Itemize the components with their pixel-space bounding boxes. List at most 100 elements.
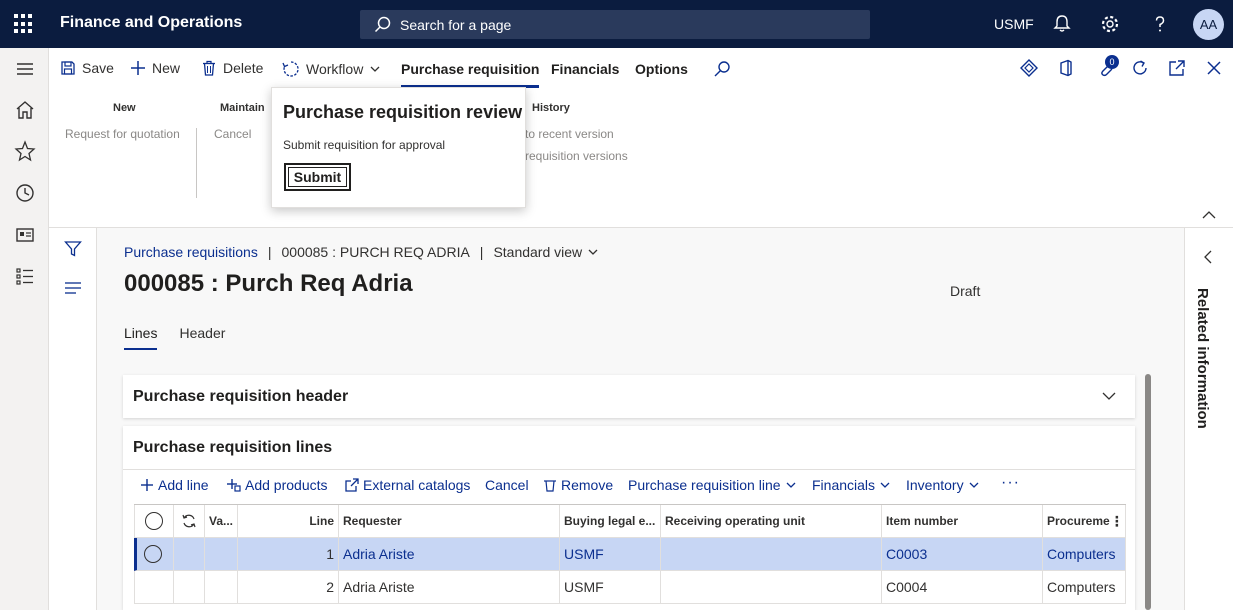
- row-select-radio[interactable]: [134, 571, 174, 603]
- chevron-down-icon: [969, 482, 979, 488]
- waffle-icon[interactable]: [14, 14, 34, 34]
- remove-button[interactable]: Remove: [543, 477, 613, 493]
- header-fasttab-title: Purchase requisition header: [133, 388, 349, 405]
- group-title-new: New: [113, 102, 136, 114]
- app-title[interactable]: Finance and Operations: [60, 14, 242, 32]
- new-label: New: [152, 60, 181, 76]
- column-header-receiving-operating-unit[interactable]: Receiving operating unit: [661, 505, 882, 537]
- breadcrumb-link[interactable]: Purchase requisitions: [124, 244, 258, 260]
- row-select-radio[interactable]: [137, 538, 174, 570]
- breadcrumb-separator: |: [267, 244, 272, 260]
- cell-line[interactable]: 1: [238, 538, 339, 570]
- tab-financials[interactable]: Financials: [551, 61, 619, 77]
- purchase-requisition-line-menu[interactable]: Purchase requisition line: [628, 477, 797, 493]
- cell-line[interactable]: 2: [238, 571, 339, 603]
- find-action-icon[interactable]: [713, 60, 731, 78]
- inventory-menu[interactable]: Inventory: [906, 477, 980, 493]
- delete-label: Delete: [223, 60, 264, 76]
- attachments-button[interactable]: 0: [1097, 55, 1121, 81]
- tab-header[interactable]: Header: [179, 325, 225, 341]
- header-fasttab[interactable]: Purchase requisition header: [123, 375, 1135, 418]
- search-placeholder: Search for a page: [400, 17, 512, 33]
- cell-receiving-operating-unit[interactable]: [661, 571, 882, 603]
- search-input[interactable]: Search for a page: [360, 10, 870, 39]
- revert-to-recent-version-button[interactable]: to recent version: [525, 127, 614, 141]
- financials-menu[interactable]: Financials: [812, 477, 891, 493]
- action-pane: Save New Delete Workflow Purchase requis…: [49, 48, 1233, 228]
- purchase-requisition-line-label: Purchase requisition line: [628, 477, 781, 493]
- list-icon[interactable]: [64, 280, 82, 296]
- filter-pane: [49, 228, 97, 610]
- tab-lines[interactable]: Lines: [124, 325, 158, 350]
- new-button[interactable]: New: [130, 60, 180, 76]
- bell-icon[interactable]: [1052, 14, 1072, 34]
- table-row[interactable]: 2 Adria Ariste USMF C0004 Computers: [134, 571, 1126, 604]
- remove-label: Remove: [561, 477, 614, 493]
- external-catalogs-button[interactable]: External catalogs: [345, 477, 470, 493]
- chevron-left-icon[interactable]: [1203, 250, 1213, 264]
- clock-icon[interactable]: [14, 182, 36, 204]
- column-header-procurement-label: Procureme: [1047, 514, 1110, 528]
- plus-icon: [131, 61, 145, 75]
- workflow-button[interactable]: Workflow: [282, 60, 381, 78]
- cell-procurement-category[interactable]: Computers: [1043, 571, 1126, 603]
- column-header-requester[interactable]: Requester: [339, 505, 560, 537]
- more-options-icon[interactable]: ···: [1001, 474, 1020, 492]
- office-icon[interactable]: [1057, 59, 1075, 77]
- close-icon[interactable]: [1206, 60, 1222, 76]
- diamond-icon[interactable]: [1020, 59, 1038, 77]
- collapse-ribbon-icon[interactable]: [1202, 210, 1216, 220]
- add-line-button[interactable]: Add line: [140, 477, 209, 493]
- grid-header-row: Va... Line Requester Buying legal e... R…: [134, 505, 1126, 538]
- save-button[interactable]: Save: [60, 60, 114, 76]
- request-for-quotation-button[interactable]: Request for quotation: [65, 127, 180, 141]
- refresh-icon[interactable]: [1131, 59, 1149, 77]
- star-icon[interactable]: [14, 140, 36, 162]
- avatar[interactable]: AA: [1193, 9, 1224, 40]
- group-divider: [196, 128, 197, 198]
- related-information-pane[interactable]: Related information: [1184, 228, 1233, 610]
- filter-icon[interactable]: [64, 240, 82, 258]
- select-all-checkbox[interactable]: [134, 505, 174, 537]
- cell-buying-legal-entity[interactable]: USMF: [560, 571, 661, 603]
- column-header-variant[interactable]: Va...: [205, 505, 238, 537]
- vertical-scrollbar[interactable]: [1145, 374, 1151, 610]
- column-header-buying-legal-entity[interactable]: Buying legal e...: [560, 505, 661, 537]
- hamburger-icon[interactable]: [14, 58, 36, 80]
- chevron-down-icon[interactable]: [1102, 391, 1116, 401]
- column-header-procurement-category[interactable]: Procureme ⋮: [1043, 505, 1126, 537]
- delete-button[interactable]: Delete: [201, 60, 263, 76]
- cell-item-number[interactable]: C0003: [882, 538, 1043, 570]
- cell-item-number[interactable]: C0004: [882, 571, 1043, 603]
- help-icon[interactable]: [1150, 14, 1170, 34]
- tab-options[interactable]: Options: [635, 61, 688, 77]
- view-requisition-versions-button[interactable]: requisition versions: [525, 149, 628, 163]
- divider: [123, 469, 1135, 470]
- tab-purchase-requisition[interactable]: Purchase requisition: [401, 61, 540, 88]
- modules-list-icon[interactable]: [14, 265, 36, 287]
- cell-buying-legal-entity[interactable]: USMF: [560, 538, 661, 570]
- breadcrumb: Purchase requisitions | 000085 : PURCH R…: [124, 244, 599, 260]
- column-header-item-number[interactable]: Item number: [882, 505, 1043, 537]
- refresh-icon[interactable]: [174, 505, 205, 537]
- cell-procurement-category[interactable]: Computers: [1043, 538, 1126, 570]
- inventory-label: Inventory: [906, 477, 964, 493]
- cell-receiving-operating-unit[interactable]: [661, 538, 882, 570]
- column-options-icon[interactable]: ⋮: [1110, 513, 1124, 530]
- add-products-button[interactable]: Add products: [227, 477, 328, 493]
- home-icon[interactable]: [14, 99, 36, 121]
- cancel-line-button[interactable]: Cancel: [485, 477, 529, 493]
- cell-requester[interactable]: Adria Ariste: [339, 571, 560, 603]
- cell-requester[interactable]: Adria Ariste: [339, 538, 560, 570]
- submit-button[interactable]: Submit: [284, 163, 351, 191]
- trash-icon: [203, 60, 215, 76]
- cancel-requisition-button[interactable]: Cancel: [214, 127, 251, 141]
- row-cell: [205, 538, 238, 570]
- column-header-line[interactable]: Line: [238, 505, 339, 537]
- table-row[interactable]: 1 Adria Ariste USMF C0003 Computers: [134, 538, 1126, 571]
- company-picker[interactable]: USMF: [994, 16, 1034, 32]
- workspace-icon[interactable]: [14, 224, 36, 246]
- gear-icon[interactable]: [1100, 14, 1120, 34]
- open-new-window-icon[interactable]: [1168, 59, 1186, 77]
- view-selector[interactable]: Standard view: [493, 244, 599, 260]
